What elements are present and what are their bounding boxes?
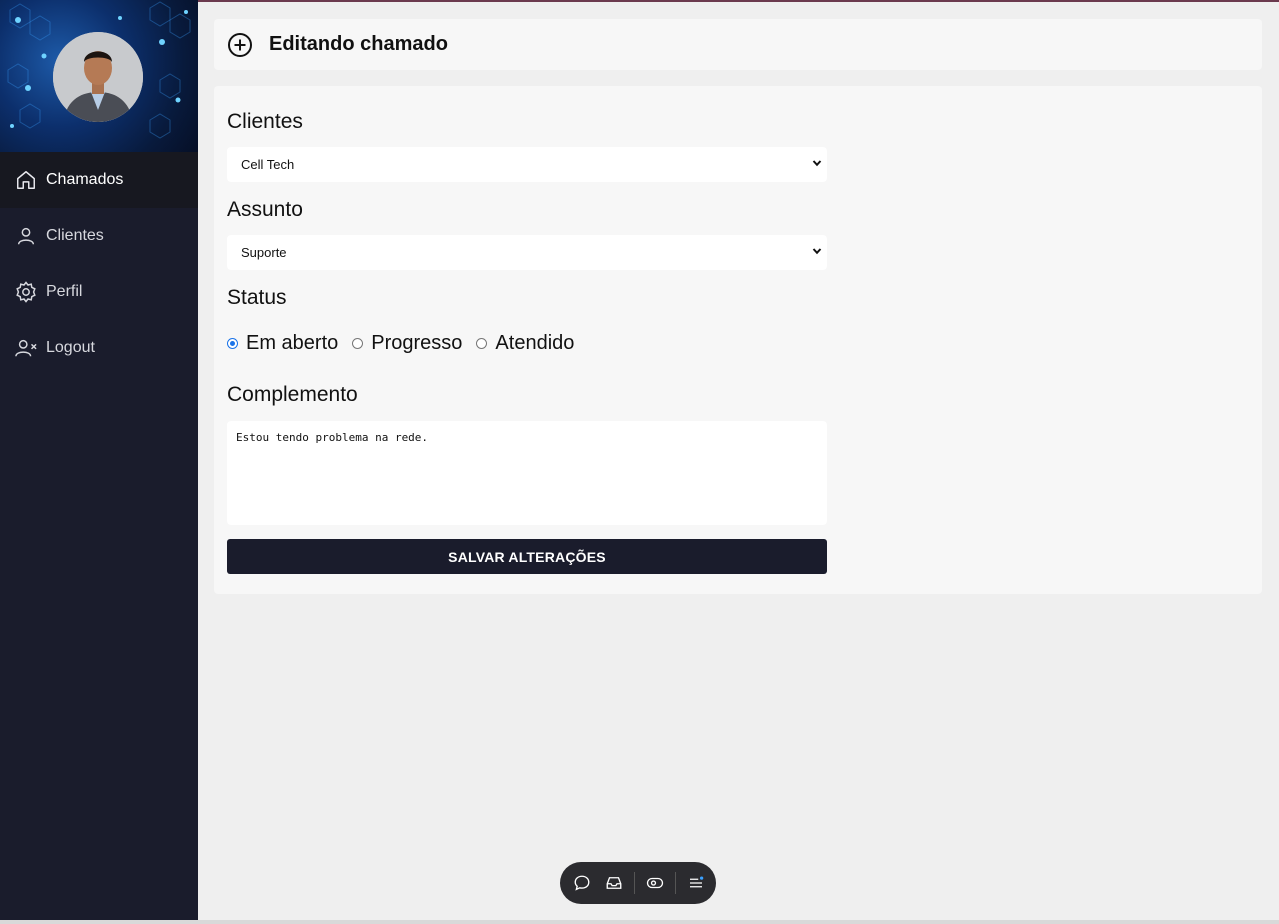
sidebar-item-clientes[interactable]: Clientes [0,208,198,264]
sidebar-item-label: Logout [46,339,95,356]
sidebar: Chamados Clientes Perfil Logout [0,0,198,924]
radio-button[interactable] [476,337,488,349]
status-radio-em-aberto[interactable]: Em aberto [227,332,338,355]
radio-button-checked[interactable] [227,337,238,349]
radio-label: Em aberto [246,331,339,354]
complemento-textarea[interactable]: Estou tendo problema na rede. [227,421,827,525]
eye-icon[interactable] [643,871,667,895]
sidebar-nav: Chamados Clientes Perfil Logout [0,152,198,376]
clientes-select[interactable]: Cell Tech [227,147,827,182]
status-label: Status [227,286,287,309]
menu-icon[interactable] [684,871,708,895]
save-button[interactable]: SALVAR ALTERAÇÕES [227,539,827,574]
gear-icon [14,280,38,304]
home-icon [14,168,38,192]
avatar-image [53,32,143,122]
plus-circle-icon [227,32,253,58]
assunto-label: Assunto [227,198,303,221]
floating-toolbar [560,862,716,904]
radio-label: Progresso [371,331,463,354]
bottom-strip [0,920,1279,924]
user-x-icon [14,336,38,360]
chat-icon[interactable] [570,871,594,895]
status-radio-atendido[interactable]: Atendido [476,332,574,355]
assunto-selected-value: Suporte [241,245,287,260]
chevron-down-icon [811,157,823,172]
sidebar-banner [0,0,198,152]
toolbar-divider [675,872,676,894]
inbox-icon[interactable] [602,871,626,895]
sidebar-item-label: Perfil [46,283,83,300]
main-content: Editando chamado Clientes Cell Tech Assu… [214,19,1262,594]
complemento-label: Complemento [227,383,358,406]
radio-label: Atendido [495,331,575,354]
sidebar-item-label: Clientes [46,227,104,244]
radio-button[interactable] [352,337,364,349]
sidebar-item-perfil[interactable]: Perfil [0,264,198,320]
toolbar-divider [634,872,635,894]
assunto-select[interactable]: Suporte [227,235,827,270]
avatar[interactable] [53,32,143,122]
sidebar-item-chamados[interactable]: Chamados [0,152,198,208]
clientes-selected-value: Cell Tech [241,157,295,172]
status-radio-group: Em aberto Progresso Atendido [227,330,1249,356]
clientes-label: Clientes [227,110,303,133]
edit-ticket-form: Clientes Cell Tech Assunto Suporte Statu… [214,86,1262,594]
page-title: Editando chamado [269,33,448,55]
user-icon [14,224,38,248]
sidebar-item-label: Chamados [46,171,124,188]
page-header: Editando chamado [214,19,1262,70]
sidebar-item-logout[interactable]: Logout [0,320,198,376]
chevron-down-icon [811,245,823,260]
status-radio-progresso[interactable]: Progresso [352,332,462,355]
